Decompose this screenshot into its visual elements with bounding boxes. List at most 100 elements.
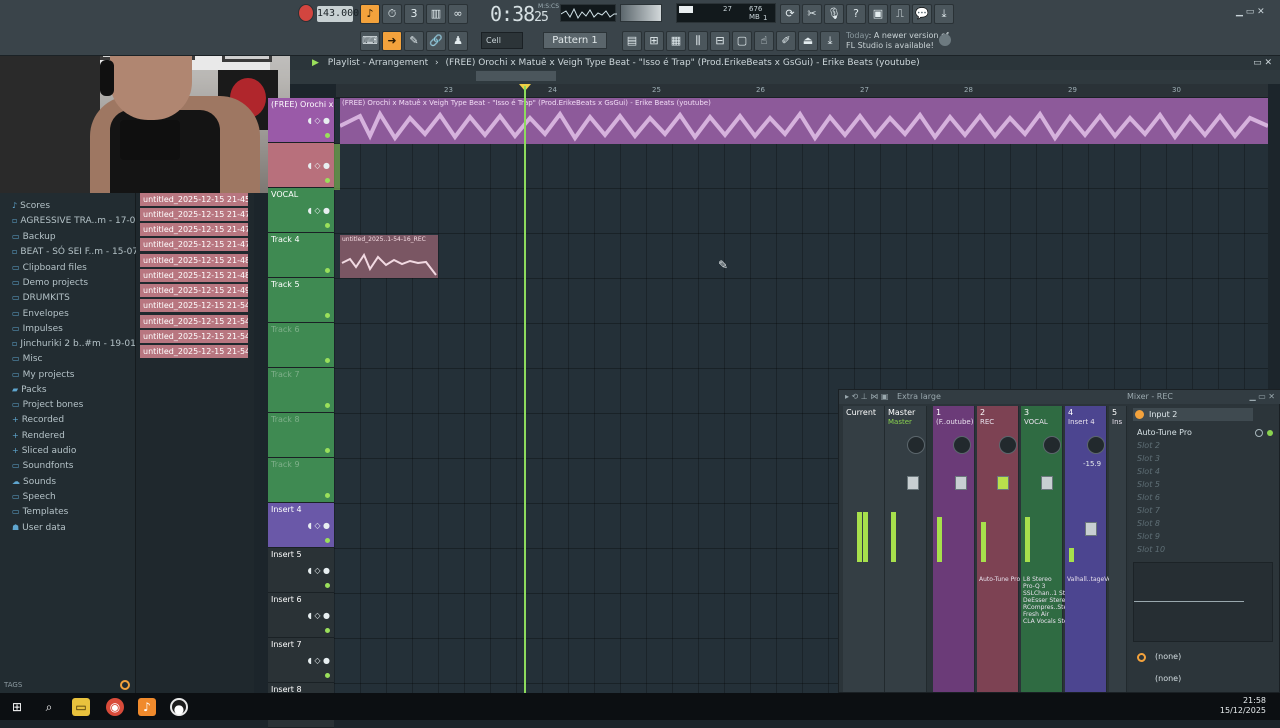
browser-item[interactable]: + Rendered — [12, 431, 65, 441]
fx-slot[interactable]: Auto-Tune Pro — [1137, 428, 1192, 437]
track-led[interactable] — [325, 403, 330, 408]
track-controls[interactable]: ◖ ◇ ● — [308, 116, 330, 125]
browser-item[interactable]: ▭ Speech — [12, 492, 56, 502]
tags-label[interactable]: TAGS — [4, 681, 22, 689]
link-tool-icon[interactable]: 🔗 — [426, 31, 446, 51]
track-header[interactable]: Insert 4 ◖ ◇ ● — [268, 503, 334, 548]
tempo-display[interactable]: 143.000 — [317, 6, 359, 22]
step-edit-button[interactable]: ▥ — [426, 4, 446, 24]
browser-item[interactable]: ▭ Project bones — [12, 400, 83, 410]
mixer-strip-1[interactable]: 1 (F..outube) — [933, 406, 975, 692]
eq-display[interactable] — [1133, 562, 1273, 642]
tape-icon[interactable]: ⏏ — [798, 31, 818, 51]
mixer-icon[interactable]: ⊞ — [644, 31, 664, 51]
slot-mix-knob[interactable] — [1255, 429, 1263, 437]
browser-item[interactable]: ▭ Soundfonts — [12, 461, 74, 471]
browser-item[interactable]: ♪ Scores — [12, 201, 50, 211]
track-controls[interactable]: ◖ ◇ ● — [308, 611, 330, 620]
track-controls[interactable]: ◖ ◇ ● — [308, 206, 330, 215]
file-item[interactable]: untitled_2025-12-15 21-54-07... — [140, 315, 248, 328]
snap-select[interactable]: Cell — [481, 32, 523, 49]
mixer-strip-master[interactable]: Master Master — [885, 406, 927, 692]
plugin-icon[interactable]: ⎍ — [890, 4, 910, 24]
mixer-strip-4[interactable]: 4 Insert 4 -15.9 Valhall..tageVerb — [1065, 406, 1118, 692]
track-led[interactable] — [325, 448, 330, 453]
fx-slot[interactable]: Slot 10 — [1137, 545, 1165, 554]
arrow-tool-icon[interactable]: ➜ — [382, 31, 402, 51]
cut-icon[interactable]: ✂ — [802, 4, 822, 24]
timeline-ruler[interactable]: 23 24 25 26 27 28 29 30 — [336, 84, 1268, 98]
browser-item[interactable]: ▭ Demo projects — [12, 278, 88, 288]
mixer-strip-current[interactable]: Current — [843, 406, 885, 692]
fx-slot[interactable]: Slot 5 — [1137, 480, 1160, 489]
audio-clip-rec[interactable]: untitled_2025..1-54-16_REC — [340, 235, 438, 278]
file-item[interactable]: untitled_2025-12-15 21-47-21... — [140, 223, 248, 236]
track-header[interactable]: Track 9 — [268, 458, 334, 503]
mixer-strip-2[interactable]: 2 REC Auto-Tune Pro — [977, 406, 1020, 692]
file-item[interactable]: untitled_2025-12-15 21-54-12... — [140, 330, 248, 343]
browser-item[interactable]: ▭ Clipboard files — [12, 263, 87, 273]
search-icon[interactable]: ⌕ — [40, 698, 58, 716]
windows-start-icon[interactable]: ⊞ — [8, 698, 26, 716]
file-item[interactable]: untitled_2025-12-15 21-54-16... — [140, 345, 248, 358]
mixer-size-label[interactable]: Extra large — [897, 392, 941, 401]
track-led[interactable] — [325, 133, 330, 138]
audio-clip-main[interactable]: (FREE) Orochi x Matuê x Veigh Type Beat … — [340, 98, 1268, 144]
fx-slot[interactable]: Slot 7 — [1137, 506, 1160, 515]
browser-item[interactable]: ▭ Impulses — [12, 324, 63, 334]
track-led[interactable] — [325, 223, 330, 228]
pan-knob[interactable] — [907, 436, 925, 454]
file-item[interactable]: untitled_2025-12-15 21-48-48... — [140, 269, 248, 282]
track-header[interactable]: Insert 6 ◖ ◇ ● — [268, 593, 334, 638]
volume-fader[interactable] — [1041, 476, 1053, 490]
track-header[interactable]: Track 4 — [268, 233, 334, 278]
fx-slot[interactable]: Slot 8 — [1137, 519, 1160, 528]
file-item[interactable]: untitled_2025-12-15 21-47-15... — [140, 208, 248, 221]
track-header[interactable]: Track 7 — [268, 368, 334, 413]
track-header[interactable]: Track 6 — [268, 323, 334, 368]
track-controls[interactable]: ◖ ◇ ● — [308, 521, 330, 530]
track-led[interactable] — [325, 313, 330, 318]
browser-item[interactable]: ▰ Packs — [12, 385, 47, 395]
horizontal-scrollbar[interactable] — [476, 71, 556, 81]
update-globe-icon[interactable] — [939, 34, 951, 46]
fx-slot[interactable]: Slot 2 — [1137, 441, 1160, 450]
file-item[interactable]: untitled_2025-12-15 21-45-46... — [140, 193, 248, 206]
track-header[interactable]: Track 5 — [268, 278, 334, 323]
master-volume-slider[interactable] — [620, 4, 662, 22]
track-header[interactable]: (FREE) Orochi x ◖ ◇ ● — [268, 98, 334, 143]
touch-icon[interactable]: ☝ — [754, 31, 774, 51]
obs-icon[interactable]: ● — [170, 698, 188, 716]
window-controls[interactable]: ▁ ▭ ✕ — [1236, 7, 1265, 17]
browser-item[interactable]: + Sliced audio — [12, 446, 76, 456]
help-icon[interactable]: ? — [846, 4, 866, 24]
input-select[interactable]: Input 2 — [1133, 408, 1253, 421]
browser-item[interactable]: ▭ DRUMKITS — [12, 293, 70, 303]
fl-studio-icon[interactable]: ♪ — [138, 698, 156, 716]
search-icon[interactable] — [120, 680, 130, 690]
browser-item[interactable]: ▭ Misc — [12, 354, 42, 364]
download-icon[interactable]: ⤓ — [934, 4, 954, 24]
file-item[interactable]: untitled_2025-12-15 21-47-31... — [140, 238, 248, 251]
playlist-window-controls[interactable]: ▭ ✕ — [1253, 56, 1272, 70]
fx-slot[interactable]: Slot 9 — [1137, 532, 1160, 541]
track-header[interactable]: Insert 7 ◖ ◇ ● — [268, 638, 334, 683]
loop-record-button[interactable]: ∞ — [448, 4, 468, 24]
file-icon[interactable]: ▢ — [732, 31, 752, 51]
browser-item[interactable]: ☁ Sounds — [12, 477, 56, 487]
browser-item[interactable]: ▭ Templates — [12, 507, 68, 517]
track-led[interactable] — [325, 178, 330, 183]
piano-roll-icon[interactable]: ▦ — [666, 31, 686, 51]
play-icon[interactable]: ▶ — [312, 58, 319, 68]
output-select-2[interactable]: (none) — [1133, 672, 1273, 686]
track-led[interactable] — [325, 673, 330, 678]
fx-slot[interactable]: Slot 6 — [1137, 493, 1160, 502]
output-select-1[interactable]: (none) — [1133, 650, 1273, 664]
file-explorer-icon[interactable]: ▭ — [72, 698, 90, 716]
track-header[interactable]: VOCAL ◖ ◇ ● — [268, 188, 334, 233]
pencil-tool-icon[interactable]: ✎ — [404, 31, 424, 51]
update-hint[interactable]: Today: A newer version of FL Studio is a… — [846, 31, 949, 51]
file-item[interactable]: untitled_2025-12-15 21-48-26... — [140, 254, 248, 267]
track-header[interactable]: Insert 5 ◖ ◇ ● — [268, 548, 334, 593]
volume-fader[interactable] — [907, 476, 919, 490]
